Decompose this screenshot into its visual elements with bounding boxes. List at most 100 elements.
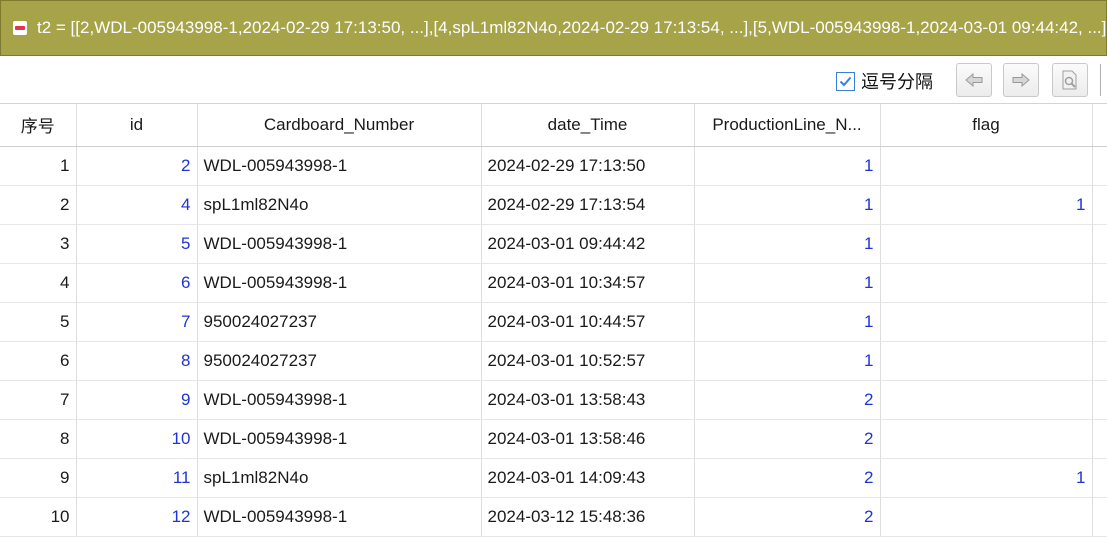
grid-header-row: 序号 id Cardboard_Number date_Time Product… — [0, 104, 1107, 147]
cell-id[interactable]: 11 — [76, 458, 198, 498]
cell-flag[interactable] — [880, 302, 1093, 342]
cell-id[interactable]: 12 — [76, 497, 198, 537]
cell-flag[interactable] — [880, 146, 1093, 186]
table-row[interactable]: 9 11 spL1ml82N4o 2024-03-01 14:09:43 2 1 — [0, 458, 1107, 498]
cell-flag[interactable]: 1 — [880, 458, 1093, 498]
cell-cardboard-number[interactable]: 950024027237 — [197, 341, 482, 381]
cell-date-time[interactable]: 2024-03-12 15:48:36 — [481, 497, 695, 537]
cell-filler — [1092, 302, 1107, 342]
arrow-right-icon — [1012, 73, 1030, 87]
table-row[interactable]: 8 10 WDL-005943998-1 2024-03-01 13:58:46… — [0, 419, 1107, 459]
cell-seq[interactable]: 5 — [0, 302, 77, 342]
cell-date-time[interactable]: 2024-03-01 09:44:42 — [481, 224, 695, 264]
expression-bar: t2 = [[2,WDL-005943998-1,2024-02-29 17:1… — [0, 0, 1107, 56]
previous-button[interactable] — [956, 63, 992, 97]
cell-seq[interactable]: 6 — [0, 341, 77, 381]
table-row[interactable]: 1 2 WDL-005943998-1 2024-02-29 17:13:50 … — [0, 146, 1107, 186]
find-page-icon — [1062, 70, 1077, 90]
cell-date-time[interactable]: 2024-02-29 17:13:54 — [481, 185, 695, 225]
cell-flag[interactable] — [880, 380, 1093, 420]
find-button[interactable] — [1052, 63, 1088, 97]
cell-flag[interactable] — [880, 419, 1093, 459]
cell-cardboard-number[interactable]: 950024027237 — [197, 302, 482, 342]
cell-cardboard-number[interactable]: WDL-005943998-1 — [197, 263, 482, 303]
toolbar-divider — [1100, 64, 1101, 96]
cell-cardboard-number[interactable]: spL1ml82N4o — [197, 458, 482, 498]
cell-id[interactable]: 6 — [76, 263, 198, 303]
cell-production-line[interactable]: 1 — [694, 263, 881, 303]
cell-seq[interactable]: 3 — [0, 224, 77, 264]
cell-cardboard-number[interactable]: spL1ml82N4o — [197, 185, 482, 225]
cell-cardboard-number[interactable]: WDL-005943998-1 — [197, 497, 482, 537]
toolbar: 逗号分隔 — [0, 56, 1107, 104]
cell-id[interactable]: 2 — [76, 146, 198, 186]
comma-separator-checkbox[interactable] — [836, 71, 855, 91]
cell-seq[interactable]: 4 — [0, 263, 77, 303]
cell-production-line[interactable]: 2 — [694, 497, 881, 537]
cell-id[interactable]: 9 — [76, 380, 198, 420]
cell-id[interactable]: 5 — [76, 224, 198, 264]
cell-seq[interactable]: 2 — [0, 185, 77, 225]
cell-cardboard-number[interactable]: WDL-005943998-1 — [197, 146, 482, 186]
cell-seq[interactable]: 1 — [0, 146, 77, 186]
column-header-cardboard-number[interactable]: Cardboard_Number — [197, 104, 482, 147]
cell-cardboard-number[interactable]: WDL-005943998-1 — [197, 224, 482, 264]
cell-production-line[interactable]: 1 — [694, 302, 881, 342]
cell-id[interactable]: 4 — [76, 185, 198, 225]
cell-filler — [1092, 419, 1107, 459]
cell-flag[interactable] — [880, 341, 1093, 381]
table-row[interactable]: 10 12 WDL-005943998-1 2024-03-12 15:48:3… — [0, 497, 1107, 537]
cell-flag[interactable] — [880, 263, 1093, 303]
cell-id[interactable]: 7 — [76, 302, 198, 342]
table-row[interactable]: 2 4 spL1ml82N4o 2024-02-29 17:13:54 1 1 — [0, 185, 1107, 225]
cell-production-line[interactable]: 2 — [694, 380, 881, 420]
cell-filler — [1092, 380, 1107, 420]
cell-cardboard-number[interactable]: WDL-005943998-1 — [197, 380, 482, 420]
arrow-left-icon — [965, 73, 983, 87]
column-header-date-time[interactable]: date_Time — [481, 104, 695, 147]
cell-date-time[interactable]: 2024-03-01 10:44:57 — [481, 302, 695, 342]
cell-id[interactable]: 8 — [76, 341, 198, 381]
column-header-production-line[interactable]: ProductionLine_N... — [694, 104, 881, 147]
cell-production-line[interactable]: 1 — [694, 146, 881, 186]
cell-filler — [1092, 263, 1107, 303]
cell-filler — [1092, 341, 1107, 381]
next-button[interactable] — [1003, 63, 1039, 97]
cell-date-time[interactable]: 2024-03-01 13:58:46 — [481, 419, 695, 459]
cell-production-line[interactable]: 2 — [694, 419, 881, 459]
checkmark-icon — [839, 76, 852, 86]
cell-id[interactable]: 10 — [76, 419, 198, 459]
cell-filler — [1092, 224, 1107, 264]
collapse-minus-icon[interactable] — [13, 21, 27, 35]
cell-date-time[interactable]: 2024-02-29 17:13:50 — [481, 146, 695, 186]
table-row[interactable]: 7 9 WDL-005943998-1 2024-03-01 13:58:43 … — [0, 380, 1107, 420]
cell-seq[interactable]: 9 — [0, 458, 77, 498]
cell-date-time[interactable]: 2024-03-01 14:09:43 — [481, 458, 695, 498]
column-header-seq[interactable]: 序号 — [0, 104, 77, 147]
cell-production-line[interactable]: 1 — [694, 224, 881, 264]
cell-flag[interactable]: 1 — [880, 185, 1093, 225]
table-row[interactable]: 3 5 WDL-005943998-1 2024-03-01 09:44:42 … — [0, 224, 1107, 264]
cell-seq[interactable]: 7 — [0, 380, 77, 420]
cell-date-time[interactable]: 2024-03-01 10:34:57 — [481, 263, 695, 303]
cell-date-time[interactable]: 2024-03-01 13:58:43 — [481, 380, 695, 420]
cell-flag[interactable] — [880, 224, 1093, 264]
column-header-id[interactable]: id — [76, 104, 198, 147]
table-row[interactable]: 6 8 950024027237 2024-03-01 10:52:57 1 — [0, 341, 1107, 381]
cell-production-line[interactable]: 1 — [694, 185, 881, 225]
data-grid: 序号 id Cardboard_Number date_Time Product… — [0, 104, 1107, 537]
table-row[interactable]: 5 7 950024027237 2024-03-01 10:44:57 1 — [0, 302, 1107, 342]
cell-production-line[interactable]: 1 — [694, 341, 881, 381]
cell-flag[interactable] — [880, 497, 1093, 537]
column-header-flag[interactable]: flag — [880, 104, 1093, 147]
cell-seq[interactable]: 8 — [0, 419, 77, 459]
cell-seq[interactable]: 10 — [0, 497, 77, 537]
cell-production-line[interactable]: 2 — [694, 458, 881, 498]
cell-filler — [1092, 458, 1107, 498]
cell-date-time[interactable]: 2024-03-01 10:52:57 — [481, 341, 695, 381]
cell-filler — [1092, 185, 1107, 225]
comma-separator-toggle[interactable]: 逗号分隔 — [836, 68, 933, 94]
table-row[interactable]: 4 6 WDL-005943998-1 2024-03-01 10:34:57 … — [0, 263, 1107, 303]
column-header-filler — [1092, 104, 1107, 147]
cell-cardboard-number[interactable]: WDL-005943998-1 — [197, 419, 482, 459]
